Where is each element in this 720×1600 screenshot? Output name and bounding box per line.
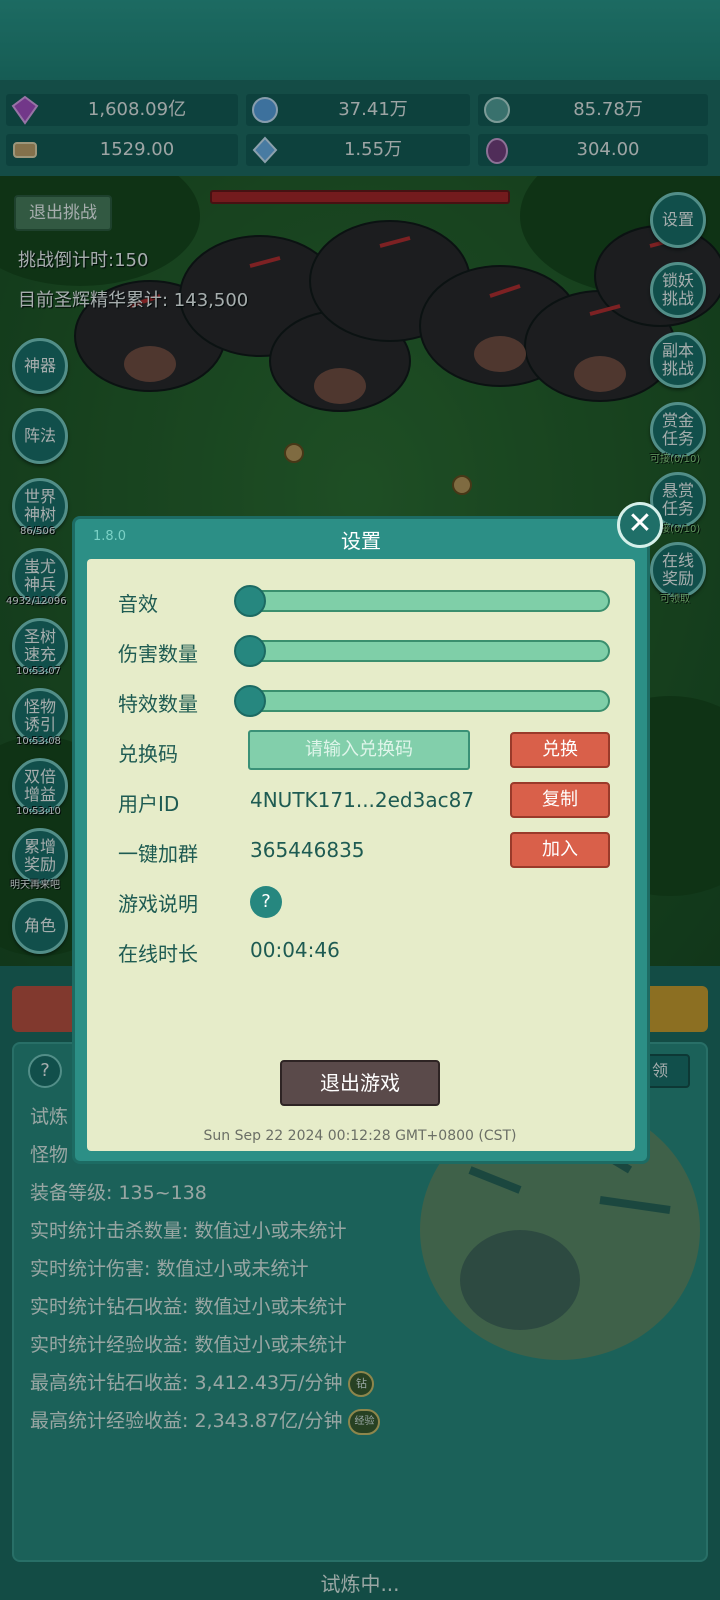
- group-label: 一键加群: [118, 842, 198, 866]
- effect-count-slider-knob[interactable]: [234, 685, 266, 717]
- redeem-button[interactable]: 兑换: [510, 732, 610, 768]
- sound-slider-knob[interactable]: [234, 585, 266, 617]
- close-icon[interactable]: ✕: [617, 502, 663, 548]
- redeem-code-input[interactable]: 请输入兑换码: [248, 730, 470, 770]
- exit-game-button[interactable]: 退出游戏: [280, 1060, 440, 1106]
- effect-count-slider[interactable]: [234, 685, 610, 717]
- redeem-label: 兑换码: [118, 742, 178, 766]
- online-time: 00:04:46: [250, 938, 340, 962]
- join-button[interactable]: 加入: [510, 832, 610, 868]
- effect-count-label: 特效数量: [118, 692, 198, 716]
- damage-count-label: 伤害数量: [118, 642, 198, 666]
- user-id-label: 用户ID: [118, 792, 180, 816]
- group-number: 365446835: [250, 838, 365, 862]
- damage-count-slider[interactable]: [234, 635, 610, 667]
- online-label: 在线时长: [118, 942, 198, 966]
- sound-label: 音效: [118, 592, 158, 616]
- user-id-value: 4NUTK171...2ed3ac87: [250, 788, 475, 812]
- damage-count-slider-knob[interactable]: [234, 635, 266, 667]
- sound-slider[interactable]: [234, 585, 610, 617]
- dialog-title: 设置: [341, 529, 381, 553]
- question-icon[interactable]: ?: [250, 886, 282, 918]
- copy-button[interactable]: 复制: [510, 782, 610, 818]
- guide-label: 游戏说明: [118, 892, 198, 916]
- current-datetime: Sun Sep 22 2024 00:12:28 GMT+0800 (CST): [203, 1128, 517, 1144]
